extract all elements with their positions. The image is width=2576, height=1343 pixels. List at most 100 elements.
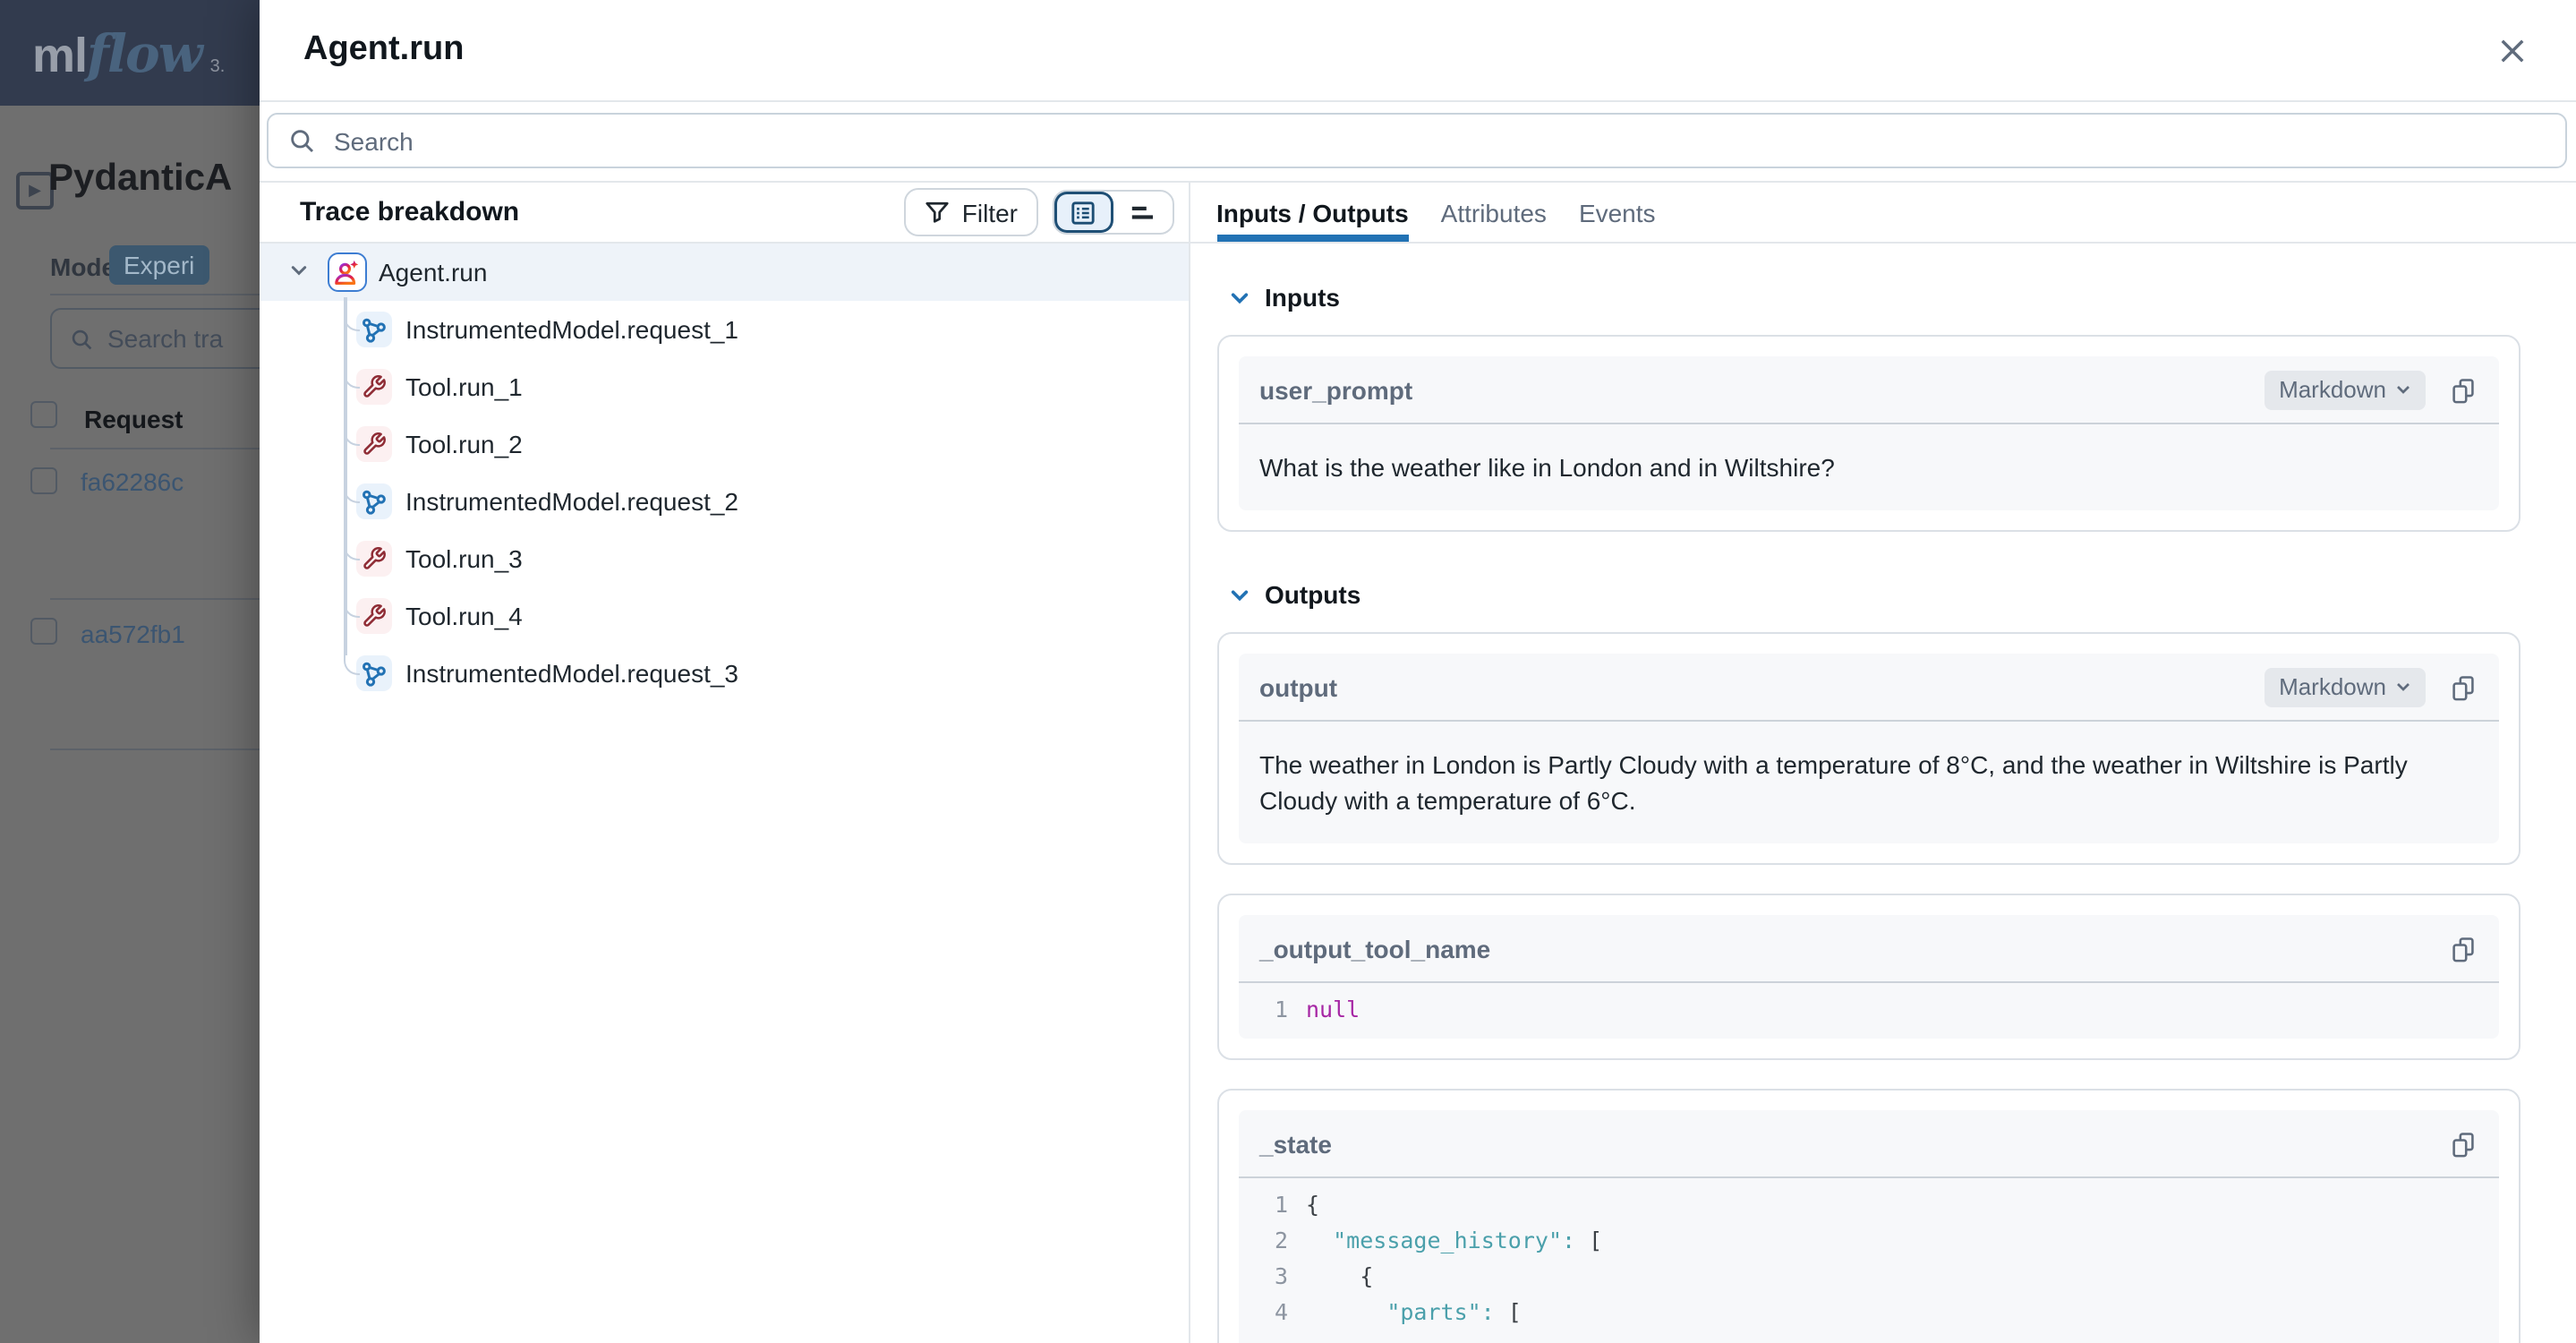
column-header-request: Request bbox=[84, 405, 183, 433]
user-prompt-card: user_prompt Markdown What is the weather… bbox=[1216, 335, 2521, 532]
tree-row-tool-run-2[interactable]: Tool.run_2 bbox=[259, 415, 1188, 473]
tree-row-agent-run[interactable]: Agent.run bbox=[259, 244, 1188, 301]
code-block: 1 null bbox=[1238, 983, 2499, 1039]
trace-breakdown-heading: Trace breakdown bbox=[300, 197, 905, 227]
format-select[interactable]: Markdown bbox=[2265, 370, 2426, 409]
mlflow-logo[interactable]: ml flow 3. bbox=[32, 22, 225, 83]
tree-row-tool-run-4[interactable]: Tool.run_4 bbox=[259, 587, 1188, 645]
line-number: 4 bbox=[1259, 1295, 1288, 1330]
code-block: 1{2 "message_history": [3 {4 "parts": [ bbox=[1238, 1178, 2499, 1341]
tree-row-label: InstrumentedModel.request_2 bbox=[405, 487, 738, 516]
tree-row-label: InstrumentedModel.request_1 bbox=[405, 315, 738, 344]
field-name: _state bbox=[1259, 1129, 2449, 1158]
copy-icon[interactable] bbox=[2449, 672, 2478, 701]
code-line-text: { bbox=[1306, 1259, 1373, 1295]
copy-icon[interactable] bbox=[2449, 1129, 2478, 1158]
drawer-title: Agent.run bbox=[303, 30, 464, 70]
outputs-section-header[interactable]: Outputs bbox=[1229, 580, 2521, 609]
field-name: output bbox=[1259, 672, 2265, 701]
code-line-text: null bbox=[1306, 992, 1360, 1028]
chevron-down-icon bbox=[2395, 679, 2411, 695]
tree-row-tool-run-1[interactable]: Tool.run_1 bbox=[259, 358, 1188, 415]
section-title: Inputs bbox=[1265, 283, 1340, 312]
divider bbox=[50, 748, 283, 750]
filter-label: Filter bbox=[962, 198, 1018, 227]
search-icon bbox=[70, 327, 93, 350]
tree-view-toggle[interactable] bbox=[1053, 192, 1113, 233]
close-icon[interactable] bbox=[2492, 30, 2531, 70]
output-card: output Markdown The weather in London is… bbox=[1216, 632, 2521, 865]
logo-ml: ml bbox=[32, 28, 87, 83]
divider bbox=[50, 598, 283, 600]
line-number: 3 bbox=[1259, 1259, 1288, 1295]
tab-attributes[interactable]: Attributes bbox=[1441, 183, 1547, 242]
line-number: 1 bbox=[1259, 1187, 1288, 1223]
span-tree: Agent.run InstrumentedModel.request_1 Too… bbox=[259, 244, 1188, 1343]
drawer-search-input[interactable] bbox=[266, 113, 2567, 168]
chevron-down-icon bbox=[1229, 585, 1249, 604]
row-checkbox[interactable] bbox=[30, 467, 57, 494]
trace-breakdown-panel: Trace breakdown Filter bbox=[259, 183, 1190, 1343]
section-title: Outputs bbox=[1265, 580, 1361, 609]
trace-link[interactable]: fa62286c bbox=[81, 467, 183, 496]
tab-experiments[interactable]: Experi bbox=[109, 245, 209, 285]
tree-row-label: Agent.run bbox=[379, 258, 487, 287]
format-select[interactable]: Markdown bbox=[2265, 667, 2426, 706]
field-name: _output_tool_name bbox=[1259, 934, 2449, 962]
logo-flow: flow bbox=[87, 22, 201, 83]
drawer-header: Agent.run bbox=[259, 0, 2576, 102]
format-value: Markdown bbox=[2279, 376, 2386, 403]
screen: ml flow 3. ▶ PydanticA Models Experi Sea… bbox=[0, 0, 2576, 1343]
chevron-down-icon[interactable] bbox=[289, 256, 307, 288]
drawer-search-wrap bbox=[259, 102, 2576, 183]
wrench-icon bbox=[355, 426, 391, 462]
search-placeholder: Search tra bbox=[107, 324, 223, 353]
tree-row-instrumentedmodel-request-3[interactable]: InstrumentedModel.request_3 bbox=[259, 645, 1188, 702]
code-line-text: "message_history": [ bbox=[1306, 1223, 1602, 1259]
select-all-checkbox[interactable] bbox=[30, 401, 57, 428]
output-tool-name-card: _output_tool_name 1 null bbox=[1216, 894, 2521, 1060]
network-nodes-icon bbox=[355, 312, 391, 347]
row-checkbox[interactable] bbox=[30, 618, 57, 645]
agent-sparkle-icon bbox=[327, 252, 366, 292]
gantt-bars-icon bbox=[1128, 198, 1156, 227]
network-nodes-icon bbox=[355, 483, 391, 519]
detail-tabs: Inputs / Outputs Attributes Events bbox=[1190, 183, 2576, 244]
tree-row-instrumentedmodel-request-2[interactable]: InstrumentedModel.request_2 bbox=[259, 473, 1188, 530]
gantt-view-toggle[interactable] bbox=[1113, 192, 1172, 233]
experiment-title: PydanticA bbox=[48, 158, 232, 201]
funnel-icon bbox=[925, 199, 951, 226]
format-value: Markdown bbox=[2279, 673, 2386, 700]
field-value: What is the weather like in London and i… bbox=[1238, 424, 2499, 510]
copy-icon[interactable] bbox=[2449, 934, 2478, 962]
tree-row-label: Tool.run_3 bbox=[405, 544, 523, 573]
chevron-down-icon bbox=[1229, 287, 1249, 307]
logo-version: 3. bbox=[210, 56, 226, 76]
line-number: 1 bbox=[1259, 992, 1288, 1028]
filter-button[interactable]: Filter bbox=[905, 188, 1037, 236]
wrench-icon bbox=[355, 598, 391, 634]
search-input bbox=[330, 124, 2565, 157]
tab-events[interactable]: Events bbox=[1579, 183, 1656, 242]
view-toggle-group bbox=[1052, 190, 1173, 235]
tree-row-label: InstrumentedModel.request_3 bbox=[405, 659, 738, 688]
trace-link[interactable]: aa572fb1 bbox=[81, 620, 185, 648]
divider bbox=[50, 448, 283, 449]
detail-content: Inputs user_prompt Markdown bbox=[1190, 244, 2576, 1343]
trace-detail-drawer: Agent.run Trace breakdown Filter bbox=[259, 0, 2576, 1343]
chevron-down-icon bbox=[2395, 381, 2411, 398]
tab-inputs-outputs[interactable]: Inputs / Outputs bbox=[1216, 183, 1409, 242]
tree-row-instrumentedmodel-request-1[interactable]: InstrumentedModel.request_1 bbox=[259, 301, 1188, 358]
state-card: _state 1{2 "message_history": [3 {4 "par… bbox=[1216, 1089, 2521, 1343]
code-line-text: { bbox=[1306, 1187, 1319, 1223]
field-name: user_prompt bbox=[1259, 375, 2265, 404]
tree-row-label: Tool.run_4 bbox=[405, 602, 523, 630]
list-details-icon bbox=[1069, 198, 1097, 227]
inputs-section-header[interactable]: Inputs bbox=[1229, 283, 2521, 312]
code-line-text: "parts": [ bbox=[1306, 1295, 1522, 1330]
wrench-icon bbox=[355, 541, 391, 577]
tree-row-tool-run-3[interactable]: Tool.run_3 bbox=[259, 530, 1188, 587]
copy-icon[interactable] bbox=[2449, 375, 2478, 404]
wrench-icon bbox=[355, 369, 391, 405]
network-nodes-icon bbox=[355, 655, 391, 691]
